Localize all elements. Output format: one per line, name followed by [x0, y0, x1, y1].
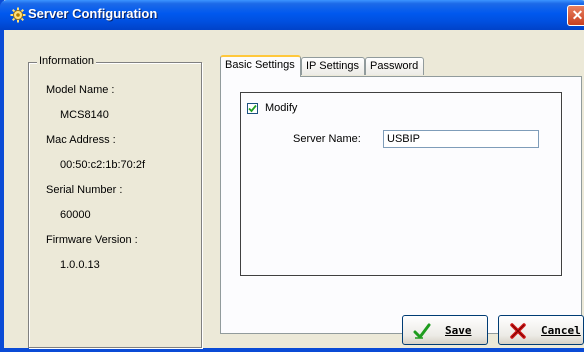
model-name-value: MCS8140	[60, 109, 109, 121]
basic-settings-panel: Modify Server Name:	[220, 76, 582, 334]
tab-password[interactable]: Password	[365, 57, 424, 75]
basic-settings-frame: Modify Server Name:	[240, 92, 562, 276]
tab-basic-settings-label: Basic Settings	[225, 59, 295, 71]
close-icon: ✕	[572, 7, 584, 23]
window-title: Server Configuration	[28, 6, 157, 21]
firmware-version-label: Firmware Version :	[46, 234, 138, 246]
tab-ip-settings[interactable]: IP Settings	[301, 57, 365, 75]
save-button[interactable]: Save	[402, 315, 488, 345]
dialog-body: Information Model Name : MCS8140 Mac Add…	[4, 30, 584, 348]
information-group-title: Information	[37, 55, 96, 67]
cancel-button[interactable]: Cancel	[498, 315, 584, 345]
server-name-input[interactable]	[383, 130, 539, 148]
mac-address-value: 00:50:c2:1b:70:2f	[60, 159, 145, 171]
serial-number-value: 60000	[60, 209, 91, 221]
modify-label: Modify	[265, 102, 297, 114]
information-group: Information Model Name : MCS8140 Mac Add…	[28, 62, 202, 348]
tab-password-label: Password	[370, 60, 418, 72]
mac-address-label: Mac Address :	[46, 134, 116, 146]
serial-number-label: Serial Number :	[46, 184, 122, 196]
firmware-version-value: 1.0.0.13	[60, 259, 100, 271]
save-button-label: Save	[445, 324, 472, 337]
server-configuration-window: Server Configuration ✕ Information Model…	[0, 0, 584, 352]
title-bar[interactable]: Server Configuration ✕	[0, 0, 584, 30]
checkmark-icon	[248, 104, 257, 113]
checkmark-icon	[413, 322, 431, 340]
cancel-button-label: Cancel	[541, 324, 581, 337]
server-name-label: Server Name:	[293, 133, 361, 145]
x-icon	[509, 322, 527, 340]
close-button[interactable]: ✕	[567, 5, 584, 26]
modify-checkbox[interactable]	[247, 103, 258, 114]
model-name-label: Model Name :	[46, 84, 114, 96]
gear-icon	[10, 7, 26, 23]
tab-basic-settings[interactable]: Basic Settings	[220, 55, 301, 77]
tab-ip-settings-label: IP Settings	[306, 60, 359, 72]
